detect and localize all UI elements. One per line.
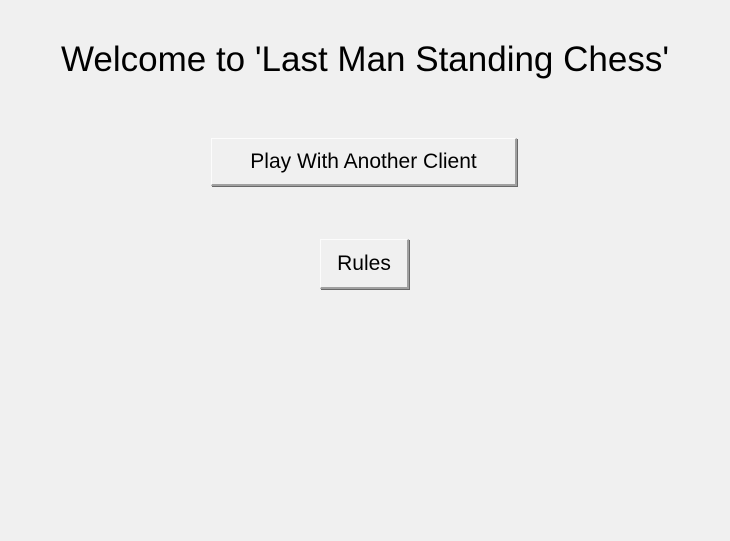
rules-button[interactable]: Rules bbox=[320, 239, 409, 289]
play-button-label: Play With Another Client bbox=[250, 149, 477, 173]
rules-button-label: Rules bbox=[337, 251, 391, 275]
main-window: Welcome to 'Last Man Standing Chess' Pla… bbox=[0, 0, 730, 541]
play-with-another-client-button[interactable]: Play With Another Client bbox=[211, 138, 517, 186]
welcome-title: Welcome to 'Last Man Standing Chess' bbox=[60, 40, 670, 79]
